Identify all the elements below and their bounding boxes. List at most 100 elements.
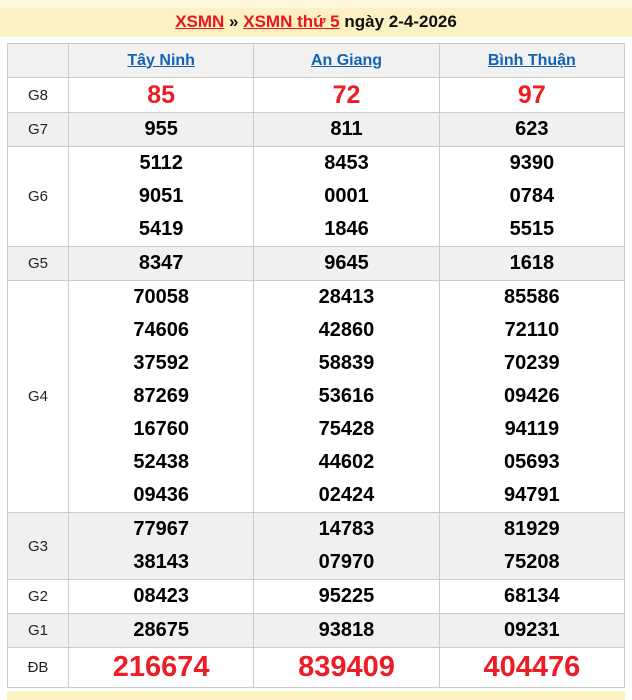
result-number: 87269 bbox=[133, 385, 189, 407]
result-number: 75208 bbox=[504, 551, 560, 573]
result-cell-g1-col1: 93818 bbox=[253, 613, 440, 648]
result-cell-g5-col0: 8347 bbox=[67, 246, 255, 281]
result-number: 94791 bbox=[504, 484, 560, 506]
result-number: 97 bbox=[517, 81, 546, 109]
province-link-an-giang[interactable]: An Giang bbox=[311, 52, 382, 69]
result-cell-g3-col0: 77967 38143 bbox=[67, 512, 255, 580]
result-cell-db-col2: 404476 bbox=[438, 647, 626, 688]
result-cell-db-col1: 839409 bbox=[253, 647, 440, 688]
result-number: 623 bbox=[515, 118, 549, 140]
result-number: 75428 bbox=[318, 418, 375, 440]
result-number: 16760 bbox=[133, 418, 189, 440]
result-number: 404476 bbox=[483, 651, 581, 683]
result-cell-g3-col2: 81929 75208 bbox=[438, 512, 626, 580]
result-number: 5515 bbox=[509, 218, 555, 240]
prize-label-g2: G2 bbox=[7, 579, 69, 614]
result-number: 8453 bbox=[324, 152, 369, 174]
result-number: 53616 bbox=[318, 385, 375, 407]
result-number: 1846 bbox=[324, 218, 369, 240]
province-link-tay-ninh[interactable]: Tây Ninh bbox=[127, 52, 195, 69]
result-number: 5112 bbox=[139, 152, 183, 174]
prize-label-g5: G5 bbox=[7, 246, 69, 281]
result-number: 05693 bbox=[504, 451, 560, 473]
prize-label-g7: G7 bbox=[7, 112, 69, 147]
title-date: ngày 2-4-2026 bbox=[344, 12, 457, 31]
footer-banner bbox=[7, 691, 625, 700]
result-cell-g3-col1: 14783 07970 bbox=[253, 512, 440, 580]
result-number: 37592 bbox=[133, 352, 189, 374]
result-number: 95225 bbox=[318, 585, 375, 607]
result-number: 07970 bbox=[318, 551, 375, 573]
result-cell-g4-col1: 28413 42860 58839 53616 75428 44602 02424 bbox=[253, 280, 440, 513]
result-number: 09426 bbox=[504, 385, 560, 407]
result-cell-g1-col0: 28675 bbox=[67, 613, 255, 648]
result-number: 28675 bbox=[133, 619, 189, 641]
prize-row-db: ĐB 216674 839409 404476 bbox=[7, 647, 626, 688]
result-number: 52438 bbox=[133, 451, 189, 473]
column-header-tay-ninh: Tây Ninh bbox=[67, 43, 255, 78]
result-number: 1618 bbox=[509, 252, 555, 274]
page-header-banner: XSMN » XSMN thứ 5 ngày 2-4-2026 bbox=[0, 0, 632, 37]
breadcrumb-link-xsmn-day[interactable]: XSMN thứ 5 bbox=[243, 12, 339, 31]
column-header-an-giang: An Giang bbox=[253, 43, 440, 78]
result-number: 9645 bbox=[324, 252, 369, 274]
prize-row-g7: G7 955 811 623 bbox=[7, 112, 626, 147]
breadcrumb-link-xsmn[interactable]: XSMN bbox=[175, 12, 224, 31]
result-number: 955 bbox=[144, 118, 178, 140]
result-number: 14783 bbox=[318, 518, 375, 540]
result-number: 8347 bbox=[138, 252, 184, 274]
column-header-row: Tây Ninh An Giang Bình Thuận bbox=[7, 43, 626, 78]
prize-label-g6: G6 bbox=[7, 146, 69, 247]
prize-row-g4: G4 70058 74606 37592 87269 16760 52438 09436 284… bbox=[7, 280, 626, 513]
result-cell-g5-col2: 1618 bbox=[438, 246, 626, 281]
result-number: 5419 bbox=[138, 218, 184, 240]
result-number: 85586 bbox=[504, 286, 560, 308]
prize-row-g2: G2 08423 95225 68134 bbox=[7, 579, 626, 614]
result-number: 0784 bbox=[509, 185, 555, 207]
result-cell-g4-col0: 70058 74606 37592 87269 16760 52438 09436 bbox=[67, 280, 255, 513]
result-number: 58839 bbox=[318, 352, 375, 374]
result-cell-g2-col0: 08423 bbox=[67, 579, 255, 614]
result-cell-g6-col2: 9390 0784 5515 bbox=[438, 146, 626, 247]
result-number: 08423 bbox=[133, 585, 189, 607]
result-number: 09436 bbox=[133, 484, 189, 506]
page-title: XSMN » XSMN thứ 5 ngày 2-4-2026 bbox=[0, 0, 632, 32]
result-number: 0001 bbox=[324, 185, 369, 207]
prize-row-g3: G3 77967 38143 14783 07970 81929 75208 bbox=[7, 512, 626, 580]
result-number: 70239 bbox=[504, 352, 560, 374]
result-number: 94119 bbox=[504, 418, 560, 440]
result-cell-db-col0: 216674 bbox=[67, 647, 255, 688]
breadcrumb-separator: » bbox=[229, 12, 239, 31]
column-header-binh-thuan: Bình Thuận bbox=[438, 43, 626, 78]
prize-row-g5: G5 8347 9645 1618 bbox=[7, 246, 626, 281]
prize-label-g3: G3 bbox=[7, 512, 69, 580]
result-cell-g5-col1: 9645 bbox=[253, 246, 440, 281]
result-cell-g6-col1: 8453 0001 1846 bbox=[253, 146, 440, 247]
prize-row-g8: G8 85 72 97 bbox=[7, 77, 626, 113]
result-cell-g8-col0: 85 bbox=[67, 77, 255, 113]
result-number: 216674 bbox=[112, 651, 210, 683]
result-number: 72110 bbox=[504, 319, 560, 341]
result-cell-g8-col1: 72 bbox=[253, 77, 440, 113]
result-number: 9390 bbox=[509, 152, 555, 174]
result-number: 70058 bbox=[133, 286, 189, 308]
result-number: 72 bbox=[332, 81, 361, 109]
result-cell-g6-col0: 5112 9051 5419 bbox=[67, 146, 255, 247]
corner-cell bbox=[7, 43, 69, 78]
result-number: 811 bbox=[330, 118, 363, 140]
prize-row-g1: G1 28675 93818 09231 bbox=[7, 613, 626, 648]
prize-row-g6: G6 5112 9051 5419 8453 0001 1846 9390 0784 5515 bbox=[7, 146, 626, 247]
result-number: 38143 bbox=[133, 551, 189, 573]
result-number: 09231 bbox=[504, 619, 560, 641]
result-number: 28413 bbox=[318, 286, 375, 308]
result-number: 93818 bbox=[318, 619, 375, 641]
result-number: 839409 bbox=[298, 651, 395, 683]
result-cell-g7-col0: 955 bbox=[67, 112, 255, 147]
result-cell-g7-col1: 811 bbox=[253, 112, 440, 147]
prize-label-g8: G8 bbox=[7, 77, 69, 113]
result-number: 44602 bbox=[318, 451, 375, 473]
prize-label-g1: G1 bbox=[7, 613, 69, 648]
result-cell-g8-col2: 97 bbox=[438, 77, 626, 113]
province-link-binh-thuan[interactable]: Bình Thuận bbox=[488, 52, 576, 69]
result-number: 02424 bbox=[318, 484, 375, 506]
